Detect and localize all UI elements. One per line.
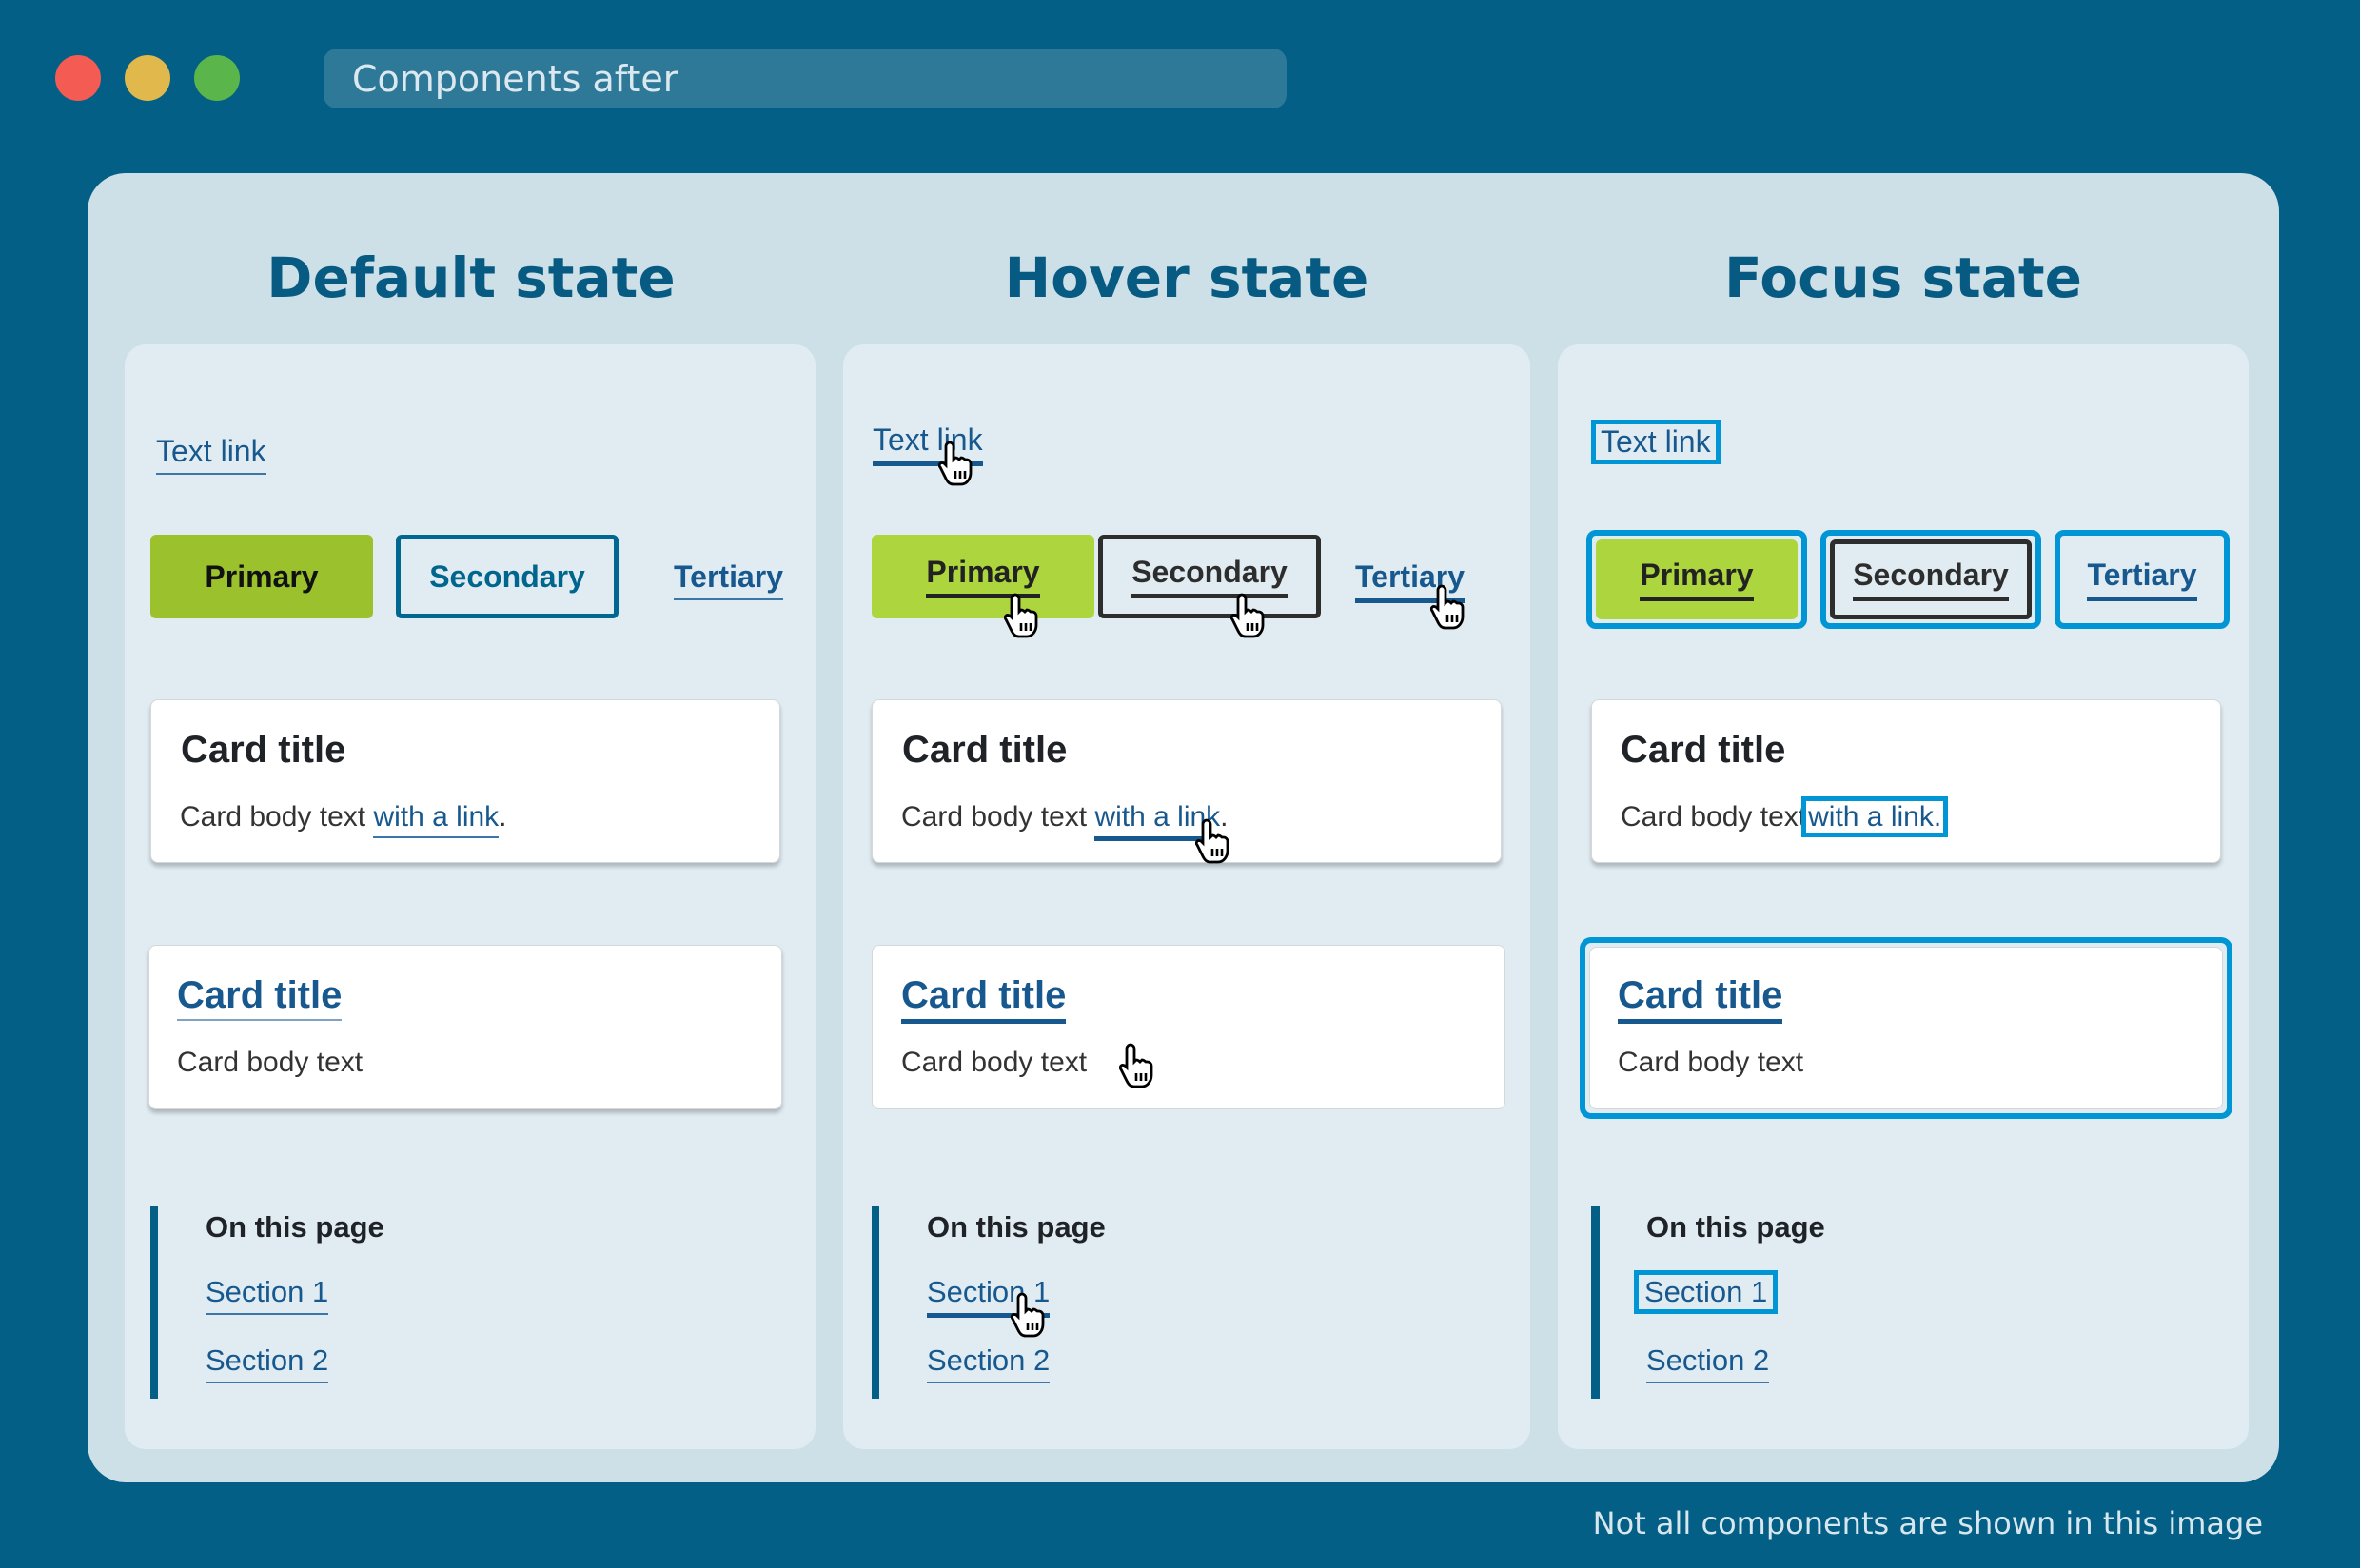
window-title: Components after <box>352 58 678 100</box>
tertiary-button[interactable]: Tertiary <box>2055 530 2230 629</box>
card-body-text: Card body text <box>901 1047 1088 1078</box>
hand-cursor-icon <box>1119 1043 1153 1088</box>
on-this-page-accent-bar <box>150 1206 158 1399</box>
on-this-page-section-2[interactable]: Section 2 <box>1646 1343 1770 1383</box>
on-this-page-section-1[interactable]: Section 1 <box>206 1275 329 1315</box>
primary-button[interactable]: Primary <box>1596 539 1798 619</box>
card-inline-link[interactable]: with a link <box>373 801 500 838</box>
secondary-button-label: Secondary <box>1853 558 2009 601</box>
card-title-link[interactable]: Card title <box>1618 974 1783 1024</box>
primary-button-label: Primary <box>1640 558 1754 601</box>
text-link[interactable]: Text link <box>156 434 266 475</box>
card-body-text: Card body textwith a link. <box>1621 796 1949 837</box>
card-body-text: Card body text with a link. <box>901 801 1229 841</box>
on-this-page-heading: On this page <box>206 1210 384 1244</box>
secondary-button[interactable]: Secondary <box>1830 539 2032 619</box>
hand-cursor-icon <box>938 441 973 486</box>
heading-default-state: Default state <box>266 245 676 310</box>
minimize-window-button[interactable] <box>125 55 170 101</box>
maximize-window-button[interactable] <box>194 55 240 101</box>
on-this-page-heading: On this page <box>927 1210 1106 1244</box>
card-title: Card title <box>902 729 1068 771</box>
primary-button-label: Primary <box>205 559 319 594</box>
card-title-link[interactable]: Card title <box>901 974 1067 1024</box>
heading-hover-state: Hover state <box>1004 245 1369 310</box>
secondary-button-label: Secondary <box>429 559 585 594</box>
hand-cursor-icon <box>1011 1292 1045 1338</box>
heading-focus-state: Focus state <box>1724 245 2082 310</box>
card-body-text: Card body text <box>1618 1047 1804 1078</box>
card: Card title Card body text with a link. <box>872 699 1502 863</box>
linked-card[interactable]: Card title Card body text <box>872 945 1505 1109</box>
on-this-page-accent-bar <box>872 1206 879 1399</box>
card-title-link[interactable]: Card title <box>177 974 343 1021</box>
text-link[interactable]: Text link <box>1591 420 1721 464</box>
secondary-button[interactable]: Secondary <box>1098 535 1321 618</box>
card-title: Card title <box>1621 729 1786 771</box>
linked-card[interactable]: Card title Card body text <box>1589 947 2223 1109</box>
linked-card[interactable]: Card title Card body text <box>148 945 782 1109</box>
footnote: Not all components are shown in this ima… <box>1592 1505 2263 1541</box>
on-this-page-section-1[interactable]: Section 1 <box>1633 1270 1779 1314</box>
card-body-text: Card body text with a link. <box>180 801 507 838</box>
card: Card title Card body textwith a link. <box>1591 699 2221 863</box>
hand-cursor-icon <box>1430 584 1465 630</box>
hand-cursor-icon <box>1004 593 1038 638</box>
hand-cursor-icon <box>1230 593 1265 638</box>
tertiary-button[interactable]: Tertiary <box>674 559 784 600</box>
card: Card title Card body text with a link. <box>150 699 780 863</box>
window-title-bar: Components after <box>324 49 1287 108</box>
close-window-button[interactable] <box>55 55 101 101</box>
tertiary-button-label: Tertiary <box>2087 558 2197 601</box>
on-this-page-accent-bar <box>1591 1206 1600 1399</box>
secondary-button[interactable]: Secondary <box>396 535 619 618</box>
on-this-page-heading: On this page <box>1646 1210 1825 1244</box>
card-title: Card title <box>181 729 346 771</box>
on-this-page-section-2[interactable]: Section 2 <box>206 1343 329 1383</box>
card-inline-link[interactable]: with a link. <box>1801 796 1949 837</box>
primary-button[interactable]: Primary <box>872 535 1094 618</box>
on-this-page-section-2[interactable]: Section 2 <box>927 1343 1051 1383</box>
card-body-text: Card body text <box>177 1047 364 1078</box>
primary-button[interactable]: Primary <box>150 535 373 618</box>
hand-cursor-icon <box>1195 818 1229 864</box>
